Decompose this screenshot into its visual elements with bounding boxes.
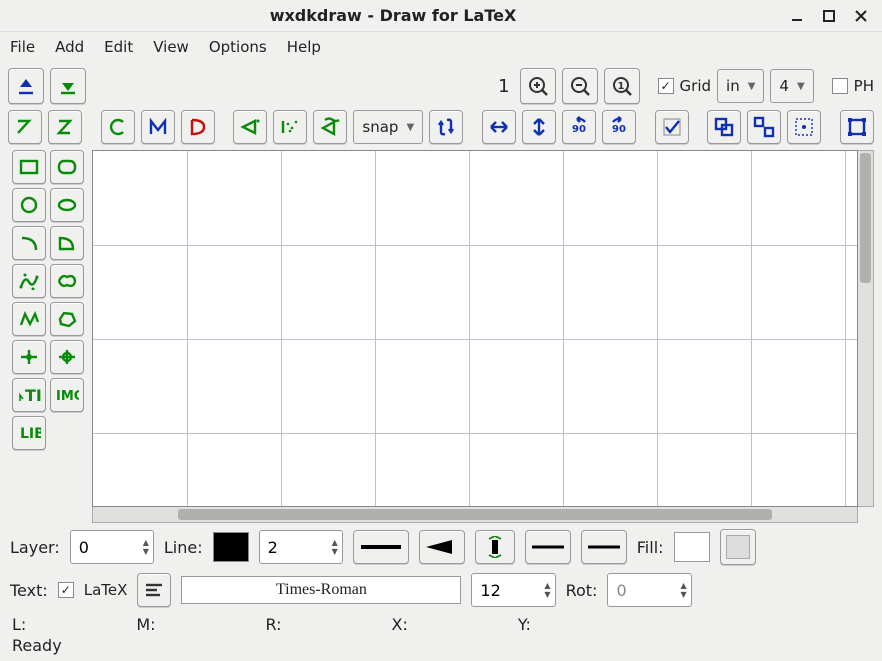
tool-spline-closed[interactable]	[50, 264, 84, 298]
tool-polyline[interactable]	[12, 302, 46, 336]
flip-v-icon[interactable]	[522, 110, 556, 144]
coord-Y: Y:	[518, 615, 531, 634]
line-label: Line:	[164, 538, 203, 557]
grid-label: Grid	[680, 77, 711, 95]
vertical-scrollbar[interactable]	[858, 150, 874, 507]
tool-image[interactable]: IMG	[50, 378, 84, 412]
snap-cycle-icon[interactable]	[429, 110, 463, 144]
tool-text[interactable]: TI	[12, 378, 46, 412]
menu-view[interactable]: View	[153, 38, 189, 56]
rot-spinbox[interactable]: ▲▼	[607, 573, 691, 607]
window-title: wxdkdraw - Draw for LaTeX	[0, 6, 786, 25]
status-bar: Ready	[0, 636, 882, 661]
layer-label: Layer:	[10, 538, 60, 557]
ph-checkbox[interactable]	[832, 78, 848, 94]
fill-color-swatch[interactable]	[674, 532, 710, 562]
tool-crosshair[interactable]	[50, 340, 84, 374]
tool-polygon[interactable]	[50, 302, 84, 336]
maximize-button[interactable]	[818, 8, 840, 24]
letter-m-icon[interactable]	[141, 110, 175, 144]
group-icon[interactable]	[707, 110, 741, 144]
layer-spinbox[interactable]: ▲▼	[70, 530, 154, 564]
coord-R: R:	[266, 615, 282, 634]
ph-label: PH	[854, 77, 874, 95]
coord-L: L:	[12, 615, 26, 634]
font-name-field[interactable]: Times-Roman	[181, 576, 461, 604]
dash-long-button[interactable]	[525, 530, 571, 564]
menu-options[interactable]: Options	[209, 38, 267, 56]
polyline-fwd-icon[interactable]	[48, 110, 82, 144]
coord-M: M:	[136, 615, 155, 634]
check-icon[interactable]	[655, 110, 689, 144]
line-caps-button[interactable]	[475, 530, 515, 564]
rotate-ccw-icon[interactable]: 90	[562, 110, 596, 144]
arrow-head-button[interactable]	[419, 530, 465, 564]
zoom-number: 1	[498, 76, 509, 97]
ungroup-icon[interactable]	[747, 110, 781, 144]
svg-text:90: 90	[612, 124, 626, 135]
polyline-back-icon[interactable]	[8, 110, 42, 144]
tri-tilde-icon[interactable]	[313, 110, 347, 144]
flip-h-icon[interactable]	[482, 110, 516, 144]
zoom-out-button[interactable]	[562, 68, 598, 104]
fill-label: Fill:	[637, 538, 664, 557]
bounds-icon[interactable]	[840, 110, 874, 144]
tool-library[interactable]: LIB	[12, 416, 46, 450]
line-width-spinbox[interactable]: ▲▼	[259, 530, 343, 564]
drawing-canvas[interactable]	[92, 150, 858, 507]
layer-down-button[interactable]	[50, 68, 86, 104]
rotate-cw-icon[interactable]: 90	[602, 110, 636, 144]
line-color-swatch[interactable]	[213, 532, 249, 562]
menu-file[interactable]: File	[10, 38, 35, 56]
align-button[interactable]	[137, 573, 171, 607]
close-button[interactable]	[850, 8, 872, 24]
coord-X: X:	[392, 615, 408, 634]
horizontal-scrollbar[interactable]	[92, 507, 858, 523]
zoom-in-button[interactable]	[520, 68, 556, 104]
latex-label: LaTeX	[84, 581, 128, 599]
tool-spline-open[interactable]	[12, 264, 46, 298]
tool-pie[interactable]	[50, 226, 84, 260]
points-tri-icon[interactable]	[233, 110, 267, 144]
tool-circle[interactable]	[12, 188, 46, 222]
menu-help[interactable]: Help	[287, 38, 321, 56]
latex-checkbox[interactable]	[58, 582, 74, 598]
letter-c-icon[interactable]	[101, 110, 135, 144]
menu-edit[interactable]: Edit	[104, 38, 133, 56]
tool-roundrect[interactable]	[50, 150, 84, 184]
letter-d-icon[interactable]	[181, 110, 215, 144]
select-area-icon[interactable]	[787, 110, 821, 144]
layer-up-button[interactable]	[8, 68, 44, 104]
subdiv-dropdown[interactable]: 4▼	[770, 69, 813, 103]
svg-text:TI: TI	[25, 386, 41, 405]
tool-rect[interactable]	[12, 150, 46, 184]
svg-text:LIB: LIB	[20, 426, 41, 442]
grid-checkbox[interactable]	[658, 78, 674, 94]
dash-short-button[interactable]	[581, 530, 627, 564]
font-size-spinbox[interactable]: ▲▼	[471, 573, 555, 607]
snap-dropdown[interactable]: snap▼	[353, 110, 423, 144]
scatter-icon[interactable]	[273, 110, 307, 144]
svg-text:90: 90	[572, 124, 586, 135]
zoom-reset-button[interactable]: 1	[604, 68, 640, 104]
svg-text:IMG: IMG	[56, 389, 79, 404]
text-label: Text:	[10, 581, 48, 600]
line-style-button[interactable]	[353, 530, 409, 564]
tool-point[interactable]	[12, 340, 46, 374]
minimize-button[interactable]	[786, 8, 808, 24]
fill-pattern-button[interactable]	[720, 529, 756, 565]
menu-add[interactable]: Add	[55, 38, 84, 56]
svg-text:1: 1	[617, 81, 624, 92]
unit-dropdown[interactable]: in▼	[717, 69, 764, 103]
tool-arc[interactable]	[12, 226, 46, 260]
rot-label: Rot:	[566, 581, 598, 600]
tool-ellipse[interactable]	[50, 188, 84, 222]
